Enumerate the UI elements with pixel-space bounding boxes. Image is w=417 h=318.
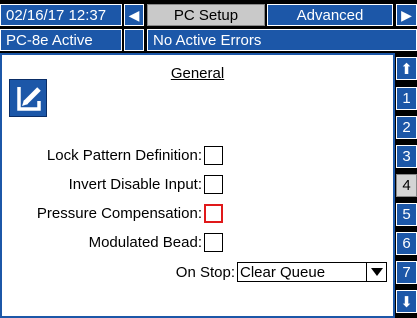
tab-page-1[interactable]: 1 (396, 87, 417, 110)
setting-pressure-compensation: Pressure Compensation: (37, 204, 223, 223)
tab-page-label: 1 (402, 90, 411, 107)
panel-title: General (170, 65, 225, 82)
nav-right-button[interactable]: ▶ (396, 4, 417, 26)
header-row-2: PC-8e Active No Active Errors (0, 29, 417, 51)
invert-disable-checkbox[interactable] (204, 175, 223, 194)
page-tabs: ⬆ 1 2 3 4 5 6 7 ⬇ (396, 57, 417, 318)
edit-pencil-icon (17, 87, 41, 111)
status-text: PC-8e Active (0, 29, 122, 51)
setting-label: Pressure Compensation: (36, 205, 202, 222)
setting-on-stop: On Stop: Clear Queue (176, 262, 387, 282)
on-stop-label: On Stop: (175, 263, 235, 281)
tab-page-7[interactable]: 7 (396, 261, 417, 284)
tab-page-label: 7 (402, 264, 411, 281)
settings-panel: General Lock Pattern Definition: Invert … (0, 53, 395, 318)
tab-page-label: 3 (402, 148, 411, 165)
arrow-down-icon: ⬇ (400, 293, 413, 311)
chevron-down-icon[interactable] (366, 263, 386, 281)
tab-page-label: 4 (402, 177, 411, 194)
arrow-right-icon: ▶ (401, 6, 412, 23)
edit-toggle-button[interactable] (9, 79, 47, 117)
setting-label: Lock Pattern Definition: (46, 147, 202, 164)
tab-pc-setup-label: PC Setup (173, 6, 239, 24)
tab-page-label: 5 (402, 206, 411, 223)
screen: 02/16/17 12:37 ◀ PC Setup Advanced ▶ PC-… (0, 0, 417, 318)
setting-label: Invert Disable Input: (68, 176, 202, 193)
status-spacer (124, 29, 144, 51)
setting-lock-pattern-definition: Lock Pattern Definition: (47, 146, 223, 165)
lock-pattern-checkbox[interactable] (204, 146, 223, 165)
arrow-left-icon: ◀ (128, 6, 140, 23)
tab-page-label: 2 (402, 119, 411, 136)
tab-page-label: 6 (402, 235, 411, 252)
tab-page-5[interactable]: 5 (396, 203, 417, 226)
on-stop-dropdown[interactable]: Clear Queue (237, 262, 387, 282)
tab-page-6[interactable]: 6 (396, 232, 417, 255)
tab-pc-setup[interactable]: PC Setup (147, 4, 265, 26)
setting-modulated-bead: Modulated Bead: (89, 233, 223, 252)
status-label: PC-8e Active (6, 31, 93, 49)
tab-advanced-label: Advanced (296, 6, 364, 24)
setting-invert-disable-input: Invert Disable Input: (69, 175, 223, 194)
page-up-button[interactable]: ⬆ (396, 57, 417, 80)
setting-label: Modulated Bead: (88, 234, 202, 251)
tab-page-4[interactable]: 4 (396, 174, 417, 197)
datetime: 02/16/17 12:37 (0, 4, 122, 26)
arrow-up-icon: ⬆ (400, 60, 413, 78)
error-message-text: No Active Errors (153, 31, 262, 49)
header-row-1: 02/16/17 12:37 ◀ PC Setup Advanced ▶ (0, 4, 417, 26)
tab-page-2[interactable]: 2 (396, 116, 417, 139)
modulated-bead-checkbox[interactable] (204, 233, 223, 252)
error-message: No Active Errors (147, 29, 417, 51)
nav-left-button[interactable]: ◀ (124, 4, 144, 26)
tab-page-3[interactable]: 3 (396, 145, 417, 168)
pressure-compensation-checkbox[interactable] (204, 204, 223, 223)
datetime-text: 02/16/17 12:37 (6, 6, 107, 24)
tab-advanced[interactable]: Advanced (267, 4, 393, 26)
page-down-button[interactable]: ⬇ (396, 290, 417, 313)
on-stop-value: Clear Queue (240, 263, 326, 281)
